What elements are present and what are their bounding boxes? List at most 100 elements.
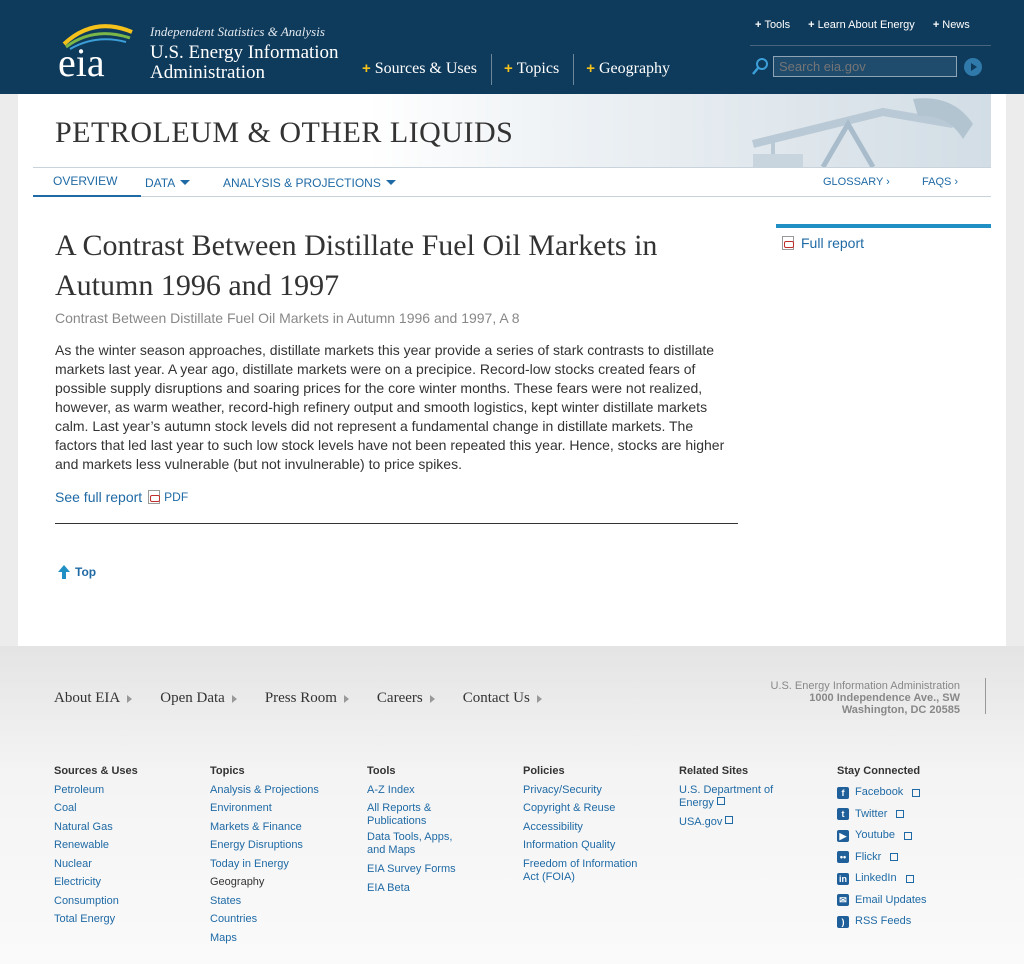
- footer-link[interactable]: Information Quality: [523, 836, 648, 855]
- footer-link[interactable]: Maps: [210, 929, 319, 948]
- footer-link[interactable]: Environment: [210, 799, 319, 818]
- email-icon: ✉: [837, 894, 849, 906]
- footer-link[interactable]: Markets & Finance: [210, 818, 319, 837]
- twitter-link[interactable]: t Twitter: [837, 805, 927, 824]
- external-link-icon: [716, 796, 725, 805]
- article-subtitle: Contrast Between Distillate Fuel Oil Mar…: [55, 310, 520, 326]
- arrow-up-icon: [58, 565, 70, 579]
- subnav-data[interactable]: DATA: [145, 176, 191, 190]
- section-subnav: OVERVIEW DATA ANALYSIS & PROJECTIONS GLO…: [33, 167, 991, 197]
- subnav-analysis[interactable]: ANALYSIS & PROJECTIONS: [223, 176, 396, 190]
- subnav-glossary[interactable]: GLOSSARY ›: [823, 176, 890, 188]
- footer-col-policies: Policies Privacy/Security Copyright & Re…: [523, 762, 648, 887]
- footer-col-related: Related Sites U.S. Department of Energy …: [679, 762, 789, 831]
- eia-logo[interactable]: eia: [56, 20, 138, 80]
- main-nav: + Sources & Uses + Topics + Geography: [350, 54, 684, 85]
- footer-nav-contact[interactable]: Contact Us: [463, 690, 542, 707]
- external-link-icon: [896, 810, 905, 818]
- email-updates-link[interactable]: ✉ Email Updates: [837, 891, 927, 910]
- footer-nav-press-room[interactable]: Press Room: [265, 690, 349, 707]
- search-submit-button[interactable]: [964, 58, 982, 76]
- youtube-icon: ▶: [837, 829, 849, 842]
- flickr-link[interactable]: •• Flickr: [837, 848, 927, 867]
- youtube-link[interactable]: ▶ Youtube: [837, 826, 927, 845]
- see-full-report-link[interactable]: See full report: [55, 489, 142, 505]
- section-banner: PETROLEUM & OTHER LIQUIDS: [33, 94, 991, 167]
- triangle-right-icon: [127, 694, 133, 703]
- footer-link[interactable]: Energy Disruptions: [210, 836, 319, 855]
- article-divider: [55, 523, 738, 524]
- footer-subheading-geography: Geography: [210, 876, 265, 888]
- nav-topics[interactable]: + Topics: [492, 54, 575, 85]
- footer-link[interactable]: States: [210, 892, 319, 911]
- back-to-top[interactable]: Top: [58, 565, 96, 579]
- footer-link[interactable]: Today in Energy: [210, 855, 319, 874]
- footer-link[interactable]: Data Tools, Apps, and Maps: [367, 831, 467, 857]
- footer-nav-about[interactable]: About EIA: [54, 690, 133, 707]
- sidebar-full-report[interactable]: Full report: [782, 235, 864, 251]
- footer-link[interactable]: Consumption: [54, 892, 138, 911]
- pdf-link[interactable]: PDF: [164, 490, 188, 504]
- footer-nav-open-data[interactable]: Open Data: [160, 690, 237, 707]
- footer-link[interactable]: Electricity: [54, 873, 138, 892]
- footer-link[interactable]: EIA Beta: [367, 879, 467, 898]
- triangle-right-icon: [231, 694, 237, 703]
- facebook-icon: f: [837, 786, 849, 799]
- nav-sources-uses[interactable]: + Sources & Uses: [350, 54, 492, 85]
- linkedin-link[interactable]: in LinkedIn: [837, 869, 927, 888]
- see-full-report: See full report PDF: [55, 489, 188, 505]
- footer-link[interactable]: All Reports & Publications: [367, 802, 467, 828]
- footer-link[interactable]: USA.gov: [679, 813, 789, 832]
- footer-link[interactable]: Petroleum: [54, 781, 138, 800]
- sidebar-accent-bar: [776, 224, 991, 228]
- plus-icon: +: [586, 60, 595, 77]
- triangle-right-icon: [536, 694, 542, 703]
- brand-name[interactable]: Independent Statistics & Analysis U.S. E…: [150, 24, 339, 83]
- footer-link[interactable]: A-Z Index: [367, 781, 467, 800]
- footer-link[interactable]: Total Energy: [54, 910, 138, 929]
- brand-tagline: Independent Statistics & Analysis: [150, 24, 325, 39]
- external-link-icon: [890, 853, 899, 861]
- facebook-link[interactable]: f Facebook: [837, 783, 927, 802]
- top-link-tools[interactable]: + Tools: [755, 19, 790, 31]
- triangle-right-icon: [343, 694, 349, 703]
- search-input[interactable]: [773, 56, 957, 77]
- footer-link[interactable]: Natural Gas: [54, 818, 138, 837]
- twitter-icon: t: [837, 808, 849, 820]
- rss-feeds-link[interactable]: ) RSS Feeds: [837, 912, 927, 931]
- footer-link[interactable]: Freedom of Information Act (FOIA): [523, 858, 648, 884]
- footer-link[interactable]: Analysis & Projections: [210, 781, 319, 800]
- subnav-faqs[interactable]: FAQS ›: [922, 176, 958, 188]
- address-divider: [985, 678, 986, 714]
- article-body: As the winter season approaches, distill…: [55, 342, 725, 472]
- pdf-icon: [148, 490, 161, 504]
- footer-col-sources: Sources & Uses Petroleum Coal Natural Ga…: [54, 762, 138, 929]
- footer-link[interactable]: Renewable: [54, 836, 138, 855]
- footer-col-topics: Topics Analysis & Projections Environmen…: [210, 762, 319, 947]
- footer-link[interactable]: Countries: [210, 910, 319, 929]
- footer-link[interactable]: Accessibility: [523, 818, 648, 837]
- plus-icon: +: [503, 60, 513, 77]
- top-link-learn[interactable]: + Learn About Energy: [808, 19, 915, 31]
- footer-link[interactable]: Coal: [54, 799, 138, 818]
- footer-col-tools: Tools A-Z Index All Reports & Publicatio…: [367, 762, 467, 897]
- footer-address: U.S. Energy Information Administration 1…: [770, 680, 960, 716]
- footer-link[interactable]: EIA Survey Forms: [367, 860, 467, 879]
- footer-link[interactable]: Privacy/Security: [523, 781, 648, 800]
- article-title: A Contrast Between Distillate Fuel Oil M…: [55, 229, 658, 302]
- footer-link[interactable]: Nuclear: [54, 855, 138, 874]
- external-link-icon: [725, 815, 734, 824]
- footer-nav-careers[interactable]: Careers: [377, 690, 435, 707]
- plus-icon: +: [362, 60, 371, 77]
- footer-link[interactable]: Copyright & Reuse: [523, 799, 648, 818]
- chevron-down-icon: [180, 180, 191, 185]
- top-link-news[interactable]: + News: [933, 19, 970, 31]
- external-link-icon: [912, 788, 921, 797]
- subnav-overview[interactable]: OVERVIEW: [53, 174, 117, 188]
- nav-geography[interactable]: + Geography: [574, 54, 684, 85]
- triangle-right-icon: [429, 694, 435, 703]
- search-icon: [752, 58, 768, 75]
- footer-link[interactable]: U.S. Department of Energy: [679, 784, 789, 810]
- linkedin-icon: in: [837, 872, 849, 885]
- header-divider: [750, 45, 991, 46]
